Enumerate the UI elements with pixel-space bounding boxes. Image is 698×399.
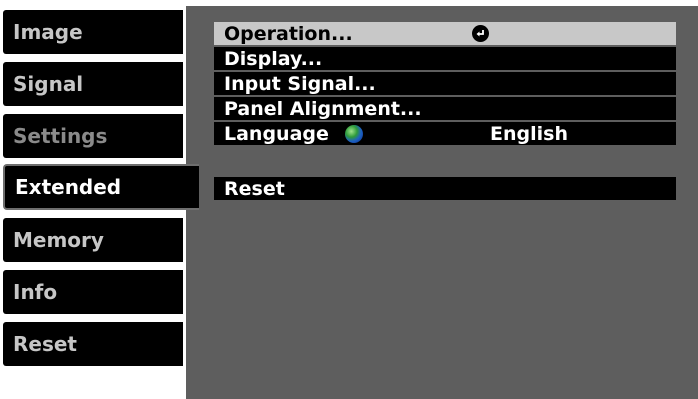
tab-label: Extended xyxy=(15,175,122,199)
tab-signal[interactable]: Signal xyxy=(3,62,183,106)
tab-label: Settings xyxy=(13,124,108,148)
tab-label: Reset xyxy=(13,332,77,356)
menu-item-label: Reset xyxy=(224,177,285,200)
tab-label: Signal xyxy=(13,72,84,96)
tab-reset[interactable]: Reset xyxy=(3,322,183,366)
menu-item-input-signal[interactable]: Input Signal... xyxy=(214,72,676,95)
menu-item-label: Display... xyxy=(224,47,323,70)
globe-icon xyxy=(344,124,363,143)
tab-label: Memory xyxy=(13,228,104,252)
menu-item-operation[interactable]: Operation... xyxy=(214,22,676,45)
enter-icon xyxy=(472,25,489,42)
menu-item-label: Language xyxy=(224,122,329,145)
tab-label: Info xyxy=(13,280,58,304)
menu-item-label: Panel Alignment... xyxy=(224,97,422,120)
tab-image[interactable]: Image xyxy=(3,10,183,54)
menu-item-panel-alignment[interactable]: Panel Alignment... xyxy=(214,97,676,120)
menu-item-language[interactable]: Language English xyxy=(214,122,676,145)
tab-memory[interactable]: Memory xyxy=(3,218,183,262)
tab-settings[interactable]: Settings xyxy=(3,114,183,158)
tab-info[interactable]: Info xyxy=(3,270,183,314)
menu-item-label: Operation... xyxy=(224,22,353,45)
menu-item-reset[interactable]: Reset xyxy=(214,177,676,200)
menu-item-label: Input Signal... xyxy=(224,72,376,95)
tab-extended[interactable]: Extended xyxy=(3,164,199,210)
menu-sidebar: Image Signal Settings Extended Memory In… xyxy=(0,0,199,399)
menu-item-display[interactable]: Display... xyxy=(214,47,676,70)
language-value: English xyxy=(490,122,568,145)
tab-label: Image xyxy=(13,20,83,44)
